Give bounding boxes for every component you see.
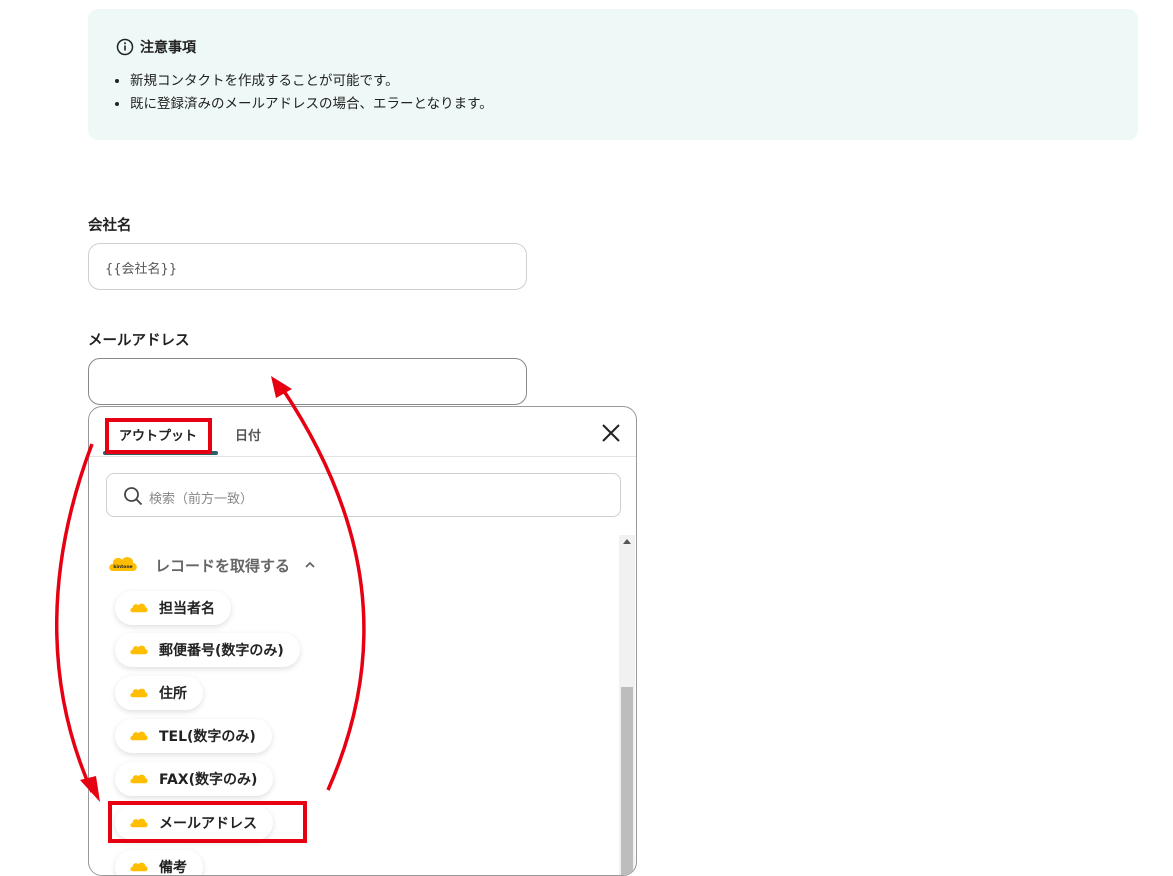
- company-input-value: {{会社名}}: [105, 262, 178, 277]
- list-item-notes[interactable]: 備考: [115, 850, 203, 876]
- list-item-label: 担当者名: [159, 601, 215, 617]
- kintone-logo-icon: [130, 774, 148, 783]
- search-placeholder: 検索（前方一致）: [149, 492, 254, 507]
- scroll-thumb[interactable]: [621, 687, 633, 875]
- email-label: メールアドレス: [88, 333, 190, 349]
- scrollbar[interactable]: [619, 535, 635, 875]
- kintone-logo-icon: [130, 603, 148, 612]
- search-input[interactable]: 検索（前方一致）: [106, 473, 621, 517]
- tab-date[interactable]: 日付: [235, 425, 261, 444]
- list-item-label: 住所: [159, 686, 187, 702]
- list-item-fax[interactable]: FAX(数字のみ): [115, 762, 274, 796]
- notice-item: 新規コンタクトを作成することが可能です。: [130, 70, 493, 93]
- search-icon: [124, 487, 143, 506]
- company-input[interactable]: {{会社名}}: [88, 243, 527, 290]
- list-item-label: 備考: [159, 860, 187, 876]
- notice-list: 新規コンタクトを作成することが可能です。 既に登録済みのメールアドレスの場合、エ…: [110, 70, 493, 116]
- kintone-logo-icon: [130, 731, 148, 740]
- scroll-up-arrow-icon[interactable]: [623, 539, 631, 544]
- list-item-label: TEL(数字のみ): [159, 729, 256, 745]
- list-item-postal[interactable]: 郵便番号(数字のみ): [115, 633, 300, 667]
- notice-title: 注意事項: [140, 40, 196, 56]
- group-title: レコードを取得する: [155, 556, 291, 575]
- notice-box: 注意事項 新規コンタクトを作成することが可能です。 既に登録済みのメールアドレス…: [88, 9, 1138, 140]
- info-icon: [116, 38, 134, 56]
- chevron-up-icon[interactable]: [304, 559, 316, 571]
- list-item-address[interactable]: 住所: [115, 676, 203, 710]
- kintone-logo-icon: kintone: [109, 557, 137, 571]
- svg-text:kintone: kintone: [113, 564, 132, 570]
- list-item-label: FAX(数字のみ): [159, 772, 258, 788]
- company-label: 会社名: [88, 218, 132, 234]
- kintone-logo-icon: [130, 645, 148, 654]
- close-icon[interactable]: [600, 422, 622, 444]
- notice-title-row: 注意事項: [116, 37, 196, 57]
- highlight-box-output-tab: [105, 418, 212, 454]
- highlight-box-email-item: [108, 801, 307, 843]
- notice-item: 既に登録済みのメールアドレスの場合、エラーとなります。: [130, 93, 493, 116]
- kintone-logo-icon: [130, 688, 148, 697]
- arrow-output-to-email-item: [55, 443, 94, 793]
- list-item-tanto[interactable]: 担当者名: [115, 591, 231, 625]
- group-header[interactable]: kintone レコードを取得する: [107, 553, 316, 577]
- list-item-label: 郵便番号(数字のみ): [159, 643, 284, 659]
- list-item-tel[interactable]: TEL(数字のみ): [115, 719, 272, 753]
- email-input[interactable]: [88, 358, 527, 405]
